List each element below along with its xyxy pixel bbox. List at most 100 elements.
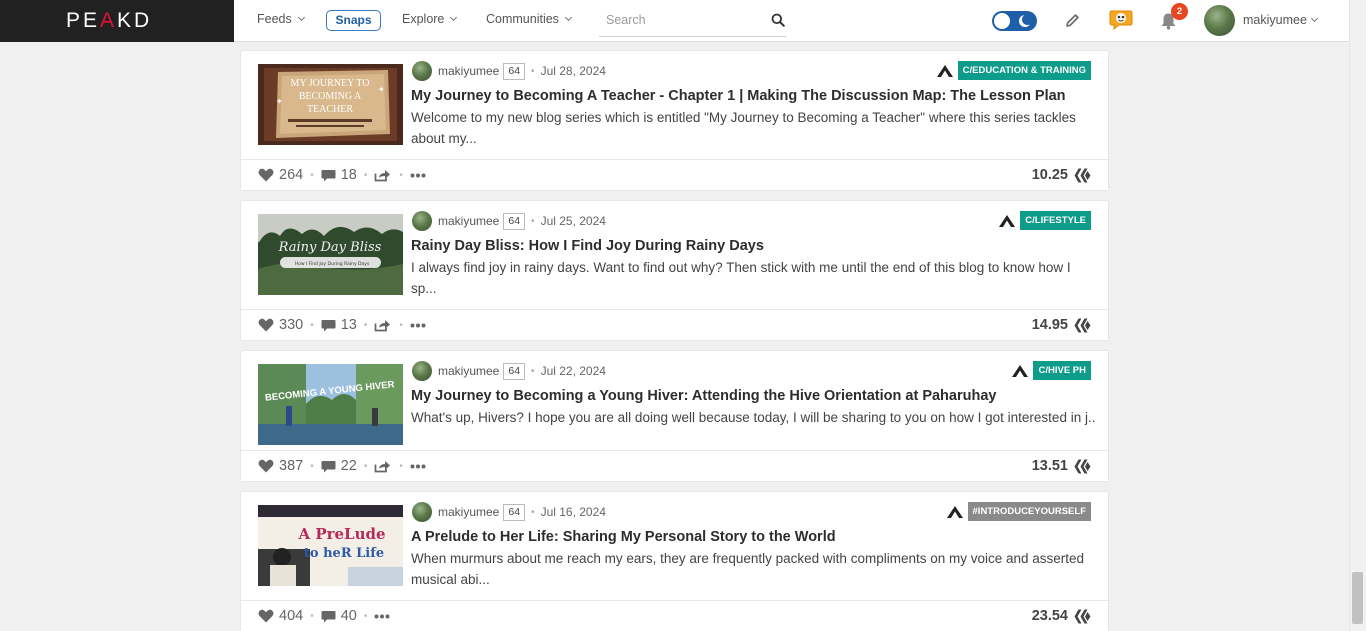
reputation-badge: 64 (503, 212, 526, 230)
post-community[interactable]: #INTRODUCEYOURSELF (946, 502, 1091, 521)
post-excerpt[interactable]: When murmurs about me reach my ears, the… (411, 549, 1095, 590)
chevron-down-icon (1310, 14, 1318, 23)
search-icon[interactable] (771, 13, 785, 27)
post-date[interactable]: Jul 16, 2024 (541, 505, 606, 519)
payout-value: 13.51 (1031, 458, 1068, 474)
post-community[interactable]: C/EDUCATION & TRAINING (936, 61, 1091, 80)
peakd-logo[interactable]: PEAKD (66, 9, 152, 33)
post-date[interactable]: Jul 28, 2024 (541, 64, 606, 78)
post-title[interactable]: A Prelude to Her Life: Sharing My Person… (411, 529, 836, 545)
vote-count[interactable]: 330 (279, 317, 303, 333)
community-tag[interactable]: C/LIFESTYLE (1020, 211, 1091, 230)
post-thumbnail[interactable]: BECOMING A YOUNG HIVER (258, 364, 403, 445)
heart-icon[interactable] (258, 459, 274, 473)
post-title[interactable]: My Journey to Becoming a Young Hiver: At… (411, 388, 996, 404)
vote-count[interactable]: 404 (279, 608, 303, 624)
community-tag[interactable]: C/EDUCATION & TRAINING (957, 61, 1091, 80)
post-community[interactable]: C/HIVE PH (1011, 361, 1091, 380)
svg-text:✦: ✦ (378, 85, 385, 94)
logo-area[interactable]: PEAKD (0, 0, 234, 42)
post-thumbnail[interactable]: Rainy Day Bliss How I Find Joy During Ra… (258, 214, 403, 295)
author-name[interactable]: makiyumee (438, 64, 499, 78)
more-icon[interactable] (374, 614, 390, 619)
author-avatar[interactable] (412, 211, 432, 231)
heart-icon[interactable] (258, 609, 274, 623)
comment-count[interactable]: 13 (341, 317, 357, 333)
action-separator: • (399, 319, 403, 331)
logo-text-right: KD (117, 9, 153, 32)
post-title[interactable]: Rainy Day Bliss: How I Find Joy During R… (411, 238, 764, 254)
vote-count[interactable]: 387 (279, 458, 303, 474)
heart-icon[interactable] (258, 168, 274, 182)
author-avatar[interactable] (412, 61, 432, 81)
scrollbar-thumb[interactable] (1352, 572, 1363, 624)
author-avatar[interactable] (412, 502, 432, 522)
thumb-title-line1: Rainy Day Bliss (278, 240, 382, 255)
logo-text-accent: A (100, 9, 118, 32)
nav-explore-label: Explore (402, 12, 445, 26)
more-icon[interactable] (410, 323, 426, 328)
nav-feeds-label: Feeds (257, 12, 292, 26)
post-title[interactable]: My Journey to Becoming A Teacher - Chapt… (411, 88, 1066, 104)
more-icon[interactable] (410, 464, 426, 469)
comment-count[interactable]: 40 (341, 608, 357, 624)
post-card: A PreLude to heR Life makiyumee 64 • Jul… (240, 491, 1109, 631)
community-tag[interactable]: C/HIVE PH (1033, 361, 1091, 380)
snaps-button[interactable]: Snaps (326, 10, 381, 31)
post-payout[interactable]: 10.25 (1032, 167, 1091, 183)
theme-toggle[interactable] (992, 11, 1037, 31)
comment-count[interactable]: 22 (341, 458, 357, 474)
heart-icon[interactable] (258, 318, 274, 332)
search-input[interactable] (606, 13, 761, 27)
avatar[interactable] (1204, 5, 1235, 36)
community-caret-icon (999, 214, 1016, 227)
thumbnail-hiver-image: BECOMING A YOUNG HIVER (258, 364, 403, 445)
post-excerpt[interactable]: What's up, Hivers? I hope you are all do… (411, 408, 1095, 429)
post-meta: makiyumee 64 • Jul 28, 2024 (412, 61, 606, 81)
nav-communities[interactable]: Communities (486, 12, 572, 26)
post-date[interactable]: Jul 25, 2024 (541, 214, 606, 228)
author-name[interactable]: makiyumee (438, 364, 499, 378)
post-date[interactable]: Jul 22, 2024 (541, 364, 606, 378)
comment-count[interactable]: 18 (341, 167, 357, 183)
post-payout[interactable]: 23.54 (1032, 608, 1091, 624)
notification-count-badge[interactable]: 2 (1171, 3, 1188, 20)
chat-icon[interactable] (1109, 9, 1133, 31)
comment-icon[interactable] (321, 610, 336, 623)
post-community[interactable]: C/LIFESTYLE (998, 211, 1091, 230)
pencil-icon[interactable] (1064, 12, 1081, 29)
thumb-title-line1: A PreLude (297, 525, 385, 543)
post-thumbnail[interactable]: MY JOURNEY TO BECOMING A TEACHER ✦ ✦ (258, 64, 403, 145)
share-icon[interactable] (374, 169, 391, 182)
action-separator: • (363, 319, 368, 331)
post-thumbnail[interactable]: A PreLude to heR Life (258, 505, 403, 586)
post-excerpt[interactable]: Welcome to my new blog series which is e… (411, 108, 1095, 149)
share-icon[interactable] (374, 460, 391, 473)
post-payout[interactable]: 14.95 (1032, 317, 1091, 333)
hashtag-tag[interactable]: #INTRODUCEYOURSELF (967, 502, 1091, 521)
moon-icon (1019, 14, 1033, 27)
page-scrollbar[interactable] (1349, 0, 1366, 631)
reputation-badge: 64 (503, 62, 526, 80)
community-caret-icon (946, 505, 963, 518)
comment-icon[interactable] (321, 169, 336, 182)
comment-icon[interactable] (321, 460, 336, 473)
nav-explore[interactable]: Explore (402, 12, 458, 26)
vote-count[interactable]: 264 (279, 167, 303, 183)
hive-icon (1074, 459, 1091, 473)
post-actions: 404 • 40 • 23.54 (241, 600, 1108, 631)
thumb-title-line1: MY JOURNEY TO (291, 78, 370, 89)
action-separator: • (363, 169, 368, 181)
comment-icon[interactable] (321, 319, 336, 332)
post-excerpt[interactable]: I always find joy in rainy days. Want to… (411, 258, 1095, 299)
author-avatar[interactable] (412, 361, 432, 381)
meta-separator: • (531, 365, 535, 377)
user-menu[interactable]: makiyumee (1243, 13, 1318, 27)
more-icon[interactable] (410, 173, 426, 178)
nav-feeds[interactable]: Feeds (257, 12, 305, 26)
post-payout[interactable]: 13.51 (1032, 458, 1091, 474)
author-name[interactable]: makiyumee (438, 214, 499, 228)
share-icon[interactable] (374, 319, 391, 332)
author-name[interactable]: makiyumee (438, 505, 499, 519)
chevron-down-icon (450, 13, 458, 22)
